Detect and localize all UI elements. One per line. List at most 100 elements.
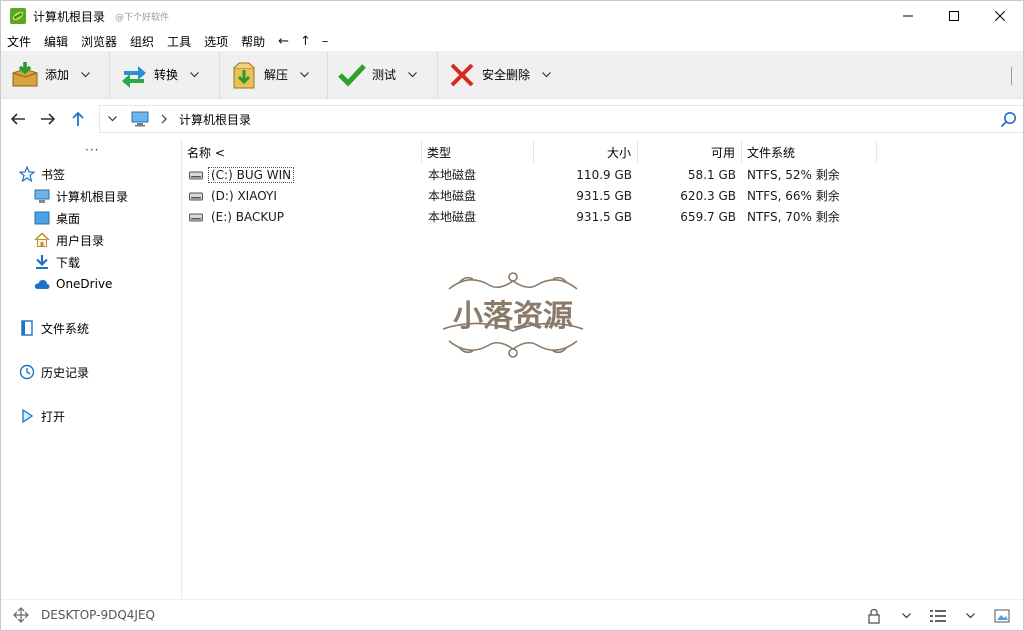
menu-back-arrow[interactable]: ←: [278, 34, 289, 49]
sidebar-item-label: 用户目录: [56, 233, 105, 248]
file-list: 名称 < 类型 大小 可用 文件系统 (C:) BUG WIN 本地磁盘 110…: [183, 139, 1023, 599]
test-dropdown-icon[interactable]: [402, 71, 422, 78]
address-bar[interactable]: 计算机根目录: [99, 105, 1023, 133]
breadcrumb-current[interactable]: 计算机根目录: [179, 111, 251, 128]
move-handle-icon[interactable]: [13, 607, 29, 623]
back-button[interactable]: [3, 99, 33, 139]
menu-file[interactable]: 文件: [7, 33, 31, 50]
menu-up-arrow[interactable]: ↑: [300, 34, 311, 49]
checkmark-icon: [336, 59, 368, 91]
status-dropdown-icon[interactable]: [959, 606, 981, 626]
sidebar-open[interactable]: 打开: [19, 406, 65, 426]
computer-icon: [34, 188, 50, 204]
breadcrumb-separator-icon: [161, 114, 167, 124]
toolbar: 添加 转换 解压 测试 安全删除: [1, 50, 1023, 99]
row-filesystem: NTFS, 66% 剩余: [747, 189, 840, 203]
minimize-icon: [903, 15, 913, 17]
sidebar-item-label: 桌面: [56, 211, 81, 226]
extract-archive-icon: [228, 59, 260, 91]
row-size: 931.5 GB: [576, 188, 632, 203]
menu-help[interactable]: 帮助: [241, 33, 265, 50]
extract-button[interactable]: 解压: [220, 50, 328, 99]
sidebar-open-label: 打开: [41, 409, 66, 424]
column-header-name[interactable]: 名称 <: [187, 141, 422, 163]
menu-tools[interactable]: 工具: [167, 33, 191, 50]
menu-organize[interactable]: 组织: [130, 33, 154, 50]
convert-button[interactable]: 转换: [110, 50, 220, 99]
secure-delete-label: 安全删除: [482, 68, 531, 82]
row-type: 本地磁盘: [428, 168, 477, 182]
computer-icon: [131, 111, 149, 127]
history-dropdown[interactable]: [108, 116, 117, 122]
sidebar-item-computer[interactable]: 计算机根目录: [34, 186, 128, 206]
menu-edit[interactable]: 编辑: [44, 33, 68, 50]
sidebar-bookmarks-label: 书签: [41, 167, 66, 182]
computer-name: DESKTOP-9DQ4JEQ: [41, 608, 155, 622]
sidebar-item-home[interactable]: 用户目录: [34, 230, 104, 250]
extract-dropdown-icon[interactable]: [294, 71, 314, 78]
row-filesystem: NTFS, 52% 剩余: [747, 168, 840, 182]
row-filesystem: NTFS, 70% 剩余: [747, 210, 840, 224]
menu-minimize-dash[interactable]: –: [322, 34, 329, 49]
minimize-button[interactable]: [885, 1, 931, 31]
test-label: 测试: [372, 68, 397, 82]
sidebar-item-label: 计算机根目录: [56, 189, 129, 204]
delete-x-icon: [446, 59, 478, 91]
maximize-icon: [949, 11, 959, 21]
hard-drive-icon: [189, 213, 203, 221]
details-view-icon[interactable]: [927, 606, 949, 626]
convert-dropdown-icon[interactable]: [184, 71, 204, 78]
maximize-button[interactable]: [931, 1, 977, 31]
status-bar: DESKTOP-9DQ4JEQ: [1, 599, 1023, 630]
sidebar-item-onedrive[interactable]: OneDrive: [34, 274, 112, 294]
row-name: (E:) BACKUP: [211, 209, 284, 224]
window-title: 计算机根目录: [33, 9, 106, 24]
forward-button[interactable]: [33, 99, 63, 139]
sidebar-bookmarks[interactable]: 书签: [19, 164, 65, 184]
home-icon: [34, 232, 50, 248]
window-subtitle: @下个好软件: [115, 12, 170, 23]
menu-options[interactable]: 选项: [204, 33, 228, 50]
table-row[interactable]: (D:) XIAOYI 本地磁盘 931.5 GB 620.3 GB NTFS,…: [183, 185, 883, 206]
download-icon: [34, 254, 50, 270]
menu-browser[interactable]: 浏览器: [81, 33, 117, 50]
delete-dropdown-icon[interactable]: [536, 71, 556, 78]
lock-icon[interactable]: [863, 606, 885, 626]
peazip-app-icon: [10, 8, 26, 24]
filesystem-panel-icon: [19, 320, 35, 336]
column-header-size[interactable]: 大小: [534, 141, 638, 163]
chevron-down-icon: [108, 116, 117, 122]
add-button[interactable]: 添加: [1, 50, 110, 99]
sidebar-item-desktop[interactable]: 桌面: [34, 208, 80, 228]
preview-pane-icon[interactable]: [991, 606, 1013, 626]
up-arrow-icon: [72, 111, 84, 126]
table-row[interactable]: (E:) BACKUP 本地磁盘 931.5 GB 659.7 GB NTFS,…: [183, 206, 883, 227]
title-bar: 计算机根目录 @下个好软件: [1, 1, 1023, 31]
test-button[interactable]: 测试: [328, 50, 438, 99]
desktop-icon: [34, 210, 50, 226]
status-tools: [853, 606, 1013, 626]
secure-delete-button[interactable]: 安全删除: [438, 51, 566, 99]
sidebar-filesystem[interactable]: 文件系统: [19, 318, 89, 338]
row-free: 659.7 GB: [680, 209, 736, 224]
sidebar-item-label: OneDrive: [56, 277, 113, 291]
search-button[interactable]: [1000, 111, 1017, 131]
hard-drive-icon: [189, 192, 203, 200]
column-header-free[interactable]: 可用: [638, 141, 742, 163]
sidebar-item-downloads[interactable]: 下载: [34, 252, 80, 272]
table-row[interactable]: (C:) BUG WIN 本地磁盘 110.9 GB 58.1 GB NTFS,…: [183, 164, 883, 185]
add-archive-icon: [9, 59, 41, 91]
up-button[interactable]: [63, 99, 93, 139]
hard-drive-icon: [189, 171, 203, 179]
status-dropdown-icon[interactable]: [895, 606, 917, 626]
sidebar-history[interactable]: 历史记录: [19, 362, 89, 382]
row-name-cell: (D:) XIAOYI: [189, 185, 277, 206]
row-size: 931.5 GB: [576, 209, 632, 224]
column-header-type[interactable]: 类型: [427, 141, 534, 163]
column-header-filesystem[interactable]: 文件系统: [747, 141, 877, 163]
close-button[interactable]: [977, 1, 1023, 31]
add-dropdown-icon[interactable]: [75, 71, 95, 78]
row-type: 本地磁盘: [428, 210, 477, 224]
sidebar-more-button[interactable]: ···: [85, 143, 99, 157]
toolbar-handle[interactable]: [1011, 67, 1017, 85]
